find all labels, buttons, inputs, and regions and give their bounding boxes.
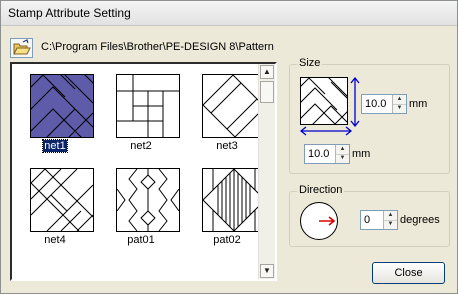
pattern-item-pat01[interactable]: pat01: [98, 162, 184, 252]
width-unit: mm: [352, 148, 371, 160]
pattern-list-scrollbar[interactable]: ▲ ▼: [258, 64, 275, 279]
height-arrow-icon: [350, 77, 360, 127]
pattern-list[interactable]: net1 net2 net3 net4 pat01 pat02 ▲ ▼: [10, 62, 277, 281]
height-value[interactable]: 10.0: [365, 98, 386, 110]
direction-value[interactable]: 0: [364, 214, 370, 226]
pattern-item-net1[interactable]: net1: [12, 68, 98, 158]
direction-group-title: Direction: [297, 184, 345, 196]
pat01-pattern-icon: [116, 168, 180, 232]
scroll-thumb[interactable]: [260, 81, 274, 103]
net3-pattern-icon: [202, 74, 266, 138]
scroll-up-arrow-icon[interactable]: ▲: [260, 65, 274, 79]
width-spin-buttons[interactable]: ▲ ▼: [335, 145, 349, 163]
height-unit: mm: [409, 98, 428, 110]
stamp-attribute-dialog: Stamp Attribute Setting C:\Program Files…: [0, 0, 458, 294]
pattern-label: net1: [42, 139, 68, 153]
direction-unit: degrees: [400, 214, 440, 226]
width-value[interactable]: 10.0: [308, 148, 329, 160]
size-group-title: Size: [297, 57, 323, 69]
folder-path: C:\Program Files\Brother\PE-DESIGN 8\Pat…: [41, 41, 274, 53]
window-title: Stamp Attribute Setting: [8, 6, 131, 20]
pattern-label: pat01: [127, 234, 155, 246]
pattern-label: net2: [130, 140, 152, 152]
net4-pattern-icon: [30, 168, 94, 232]
spin-down-arrow-icon[interactable]: ▼: [336, 154, 349, 163]
pattern-label: net4: [44, 234, 66, 246]
direction-dial[interactable]: [300, 202, 338, 240]
net2-pattern-icon: [116, 74, 180, 138]
width-spinner[interactable]: 10.0 ▲ ▼: [304, 144, 350, 164]
open-folder-icon: [13, 39, 31, 55]
title-bar: Stamp Attribute Setting: [1, 1, 457, 26]
scroll-down-arrow-icon[interactable]: ▼: [260, 264, 274, 278]
net1-pattern-icon: [30, 74, 94, 138]
pat02-pattern-icon: [202, 168, 266, 232]
direction-arrow-icon: [319, 216, 336, 226]
spin-down-arrow-icon[interactable]: ▼: [384, 220, 397, 229]
height-spin-buttons[interactable]: ▲ ▼: [392, 95, 406, 113]
height-spinner[interactable]: 10.0 ▲ ▼: [361, 94, 407, 114]
direction-spin-buttons[interactable]: ▲ ▼: [383, 211, 397, 229]
close-button[interactable]: Close: [372, 262, 445, 284]
direction-spinner[interactable]: 0 ▲ ▼: [360, 210, 398, 230]
width-arrow-icon: [300, 126, 352, 136]
pattern-item-net2[interactable]: net2: [98, 68, 184, 158]
direction-group: Direction 0 ▲ ▼ degrees: [289, 184, 450, 247]
open-folder-button[interactable]: [10, 38, 33, 58]
spin-down-arrow-icon[interactable]: ▼: [393, 104, 406, 113]
size-preview-icon: [300, 77, 348, 125]
pattern-item-net4[interactable]: net4: [12, 162, 98, 252]
size-group: Size 10.0 ▲ ▼ mm 10.0 ▲ ▼ mm: [289, 57, 450, 174]
